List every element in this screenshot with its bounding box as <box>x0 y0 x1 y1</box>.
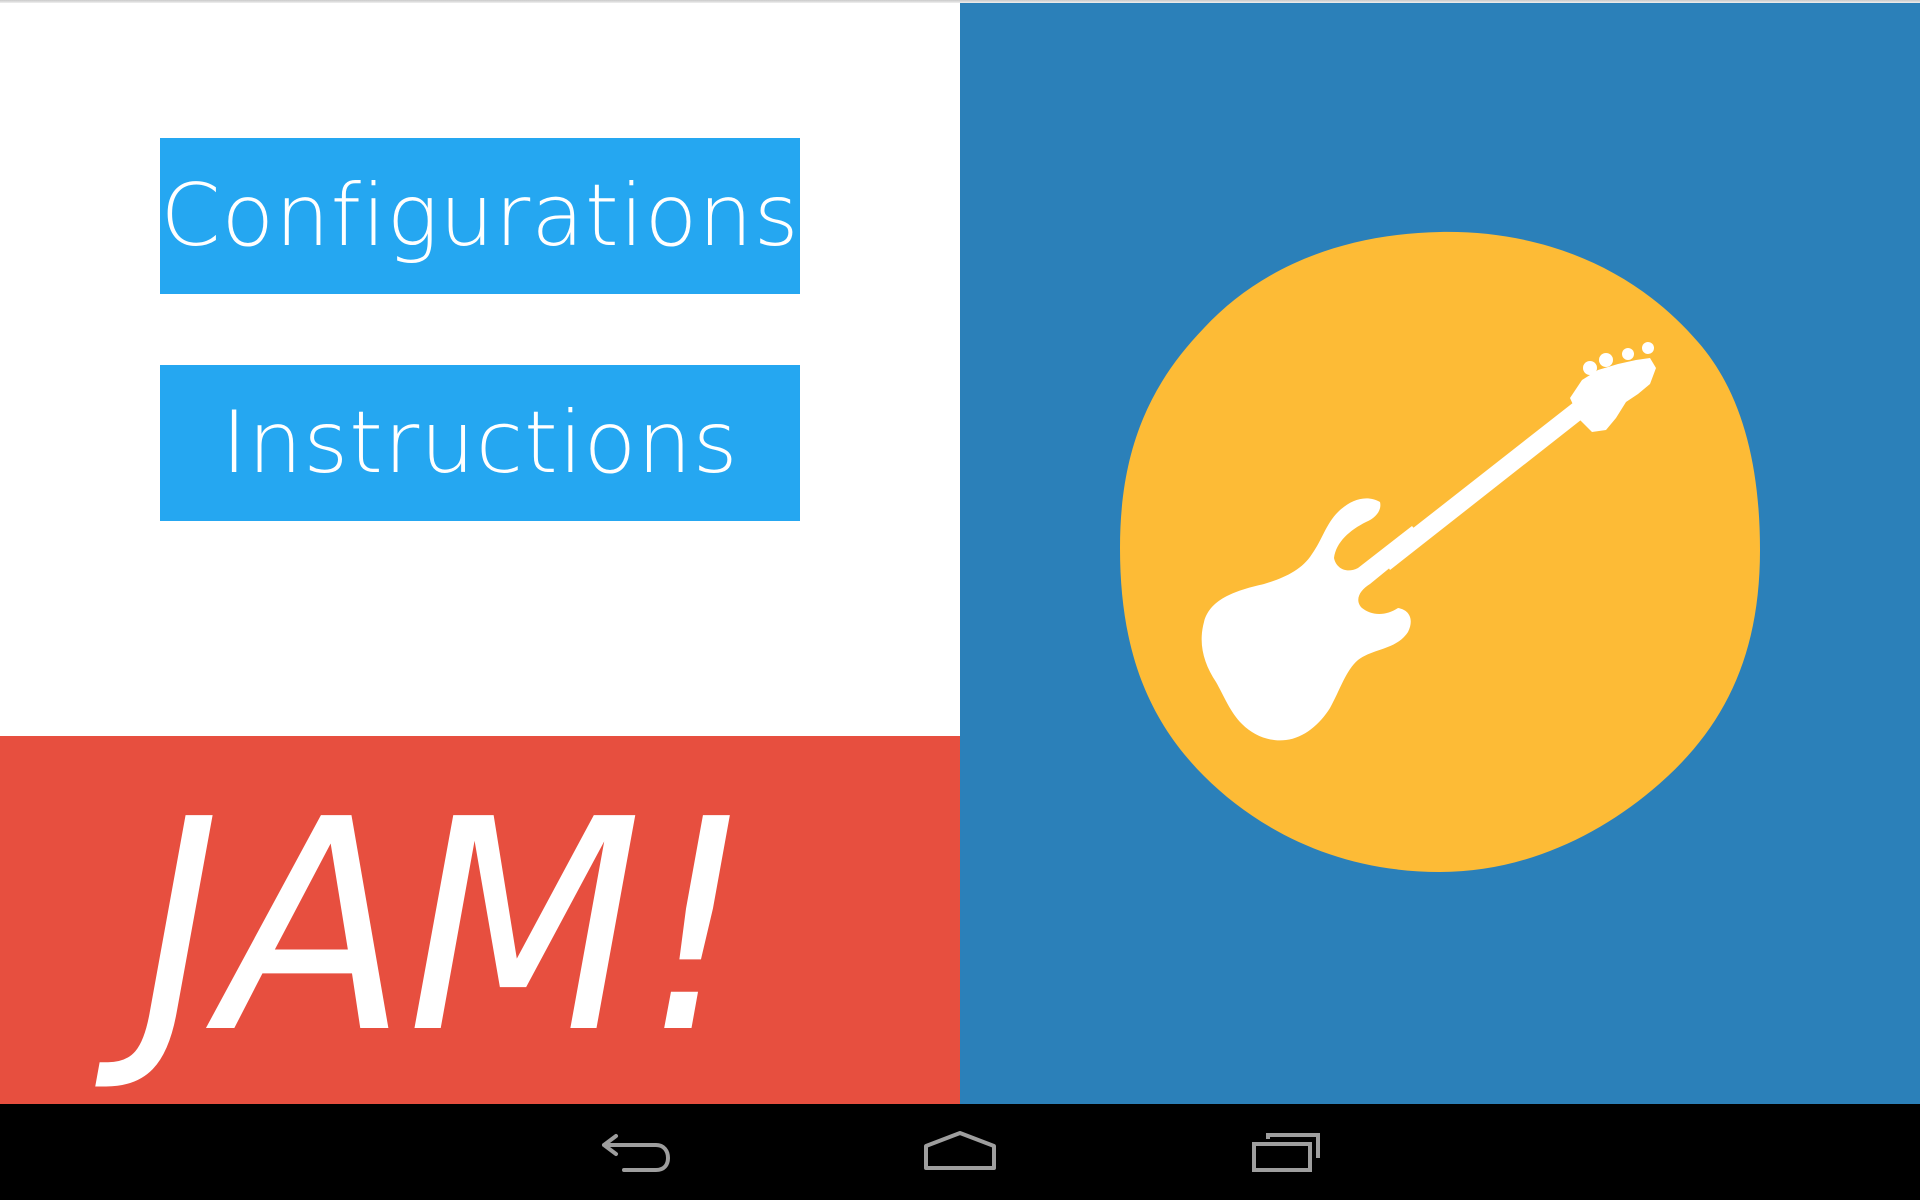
home-path <box>924 1131 996 1170</box>
tuning-peg-1 <box>1583 361 1597 375</box>
jam-label-svg: JAM! <box>93 757 752 1097</box>
nav-home-button[interactable] <box>895 1104 1025 1200</box>
yellow-circle <box>1120 231 1760 872</box>
system-navigation-bar <box>0 1104 1920 1200</box>
tuning-peg-3 <box>1622 348 1634 360</box>
tuning-peg-2 <box>1599 353 1613 367</box>
status-bar-edge <box>0 0 1920 3</box>
app-screen: Configurations Instructions JAM! <box>0 0 1920 1200</box>
jam-button[interactable]: JAM! <box>0 736 960 1104</box>
recent-front-card <box>1252 1142 1312 1172</box>
jam-label: JAM! <box>93 757 752 1097</box>
home-icon <box>924 1131 996 1170</box>
recent-apps-icon <box>1252 1133 1320 1172</box>
illustration-panel <box>960 0 1920 1104</box>
back-arrow-icon <box>602 1134 670 1172</box>
menu-panel: Configurations Instructions <box>0 0 960 736</box>
back-arrow-path <box>602 1134 670 1172</box>
guitar-badge <box>1120 231 1760 872</box>
nav-recent-apps-button[interactable] <box>1221 1104 1351 1200</box>
tuning-peg-4 <box>1642 342 1654 354</box>
nav-back-button[interactable] <box>571 1104 701 1200</box>
instructions-button[interactable]: Instructions <box>160 365 800 521</box>
configurations-button[interactable]: Configurations <box>160 138 800 294</box>
